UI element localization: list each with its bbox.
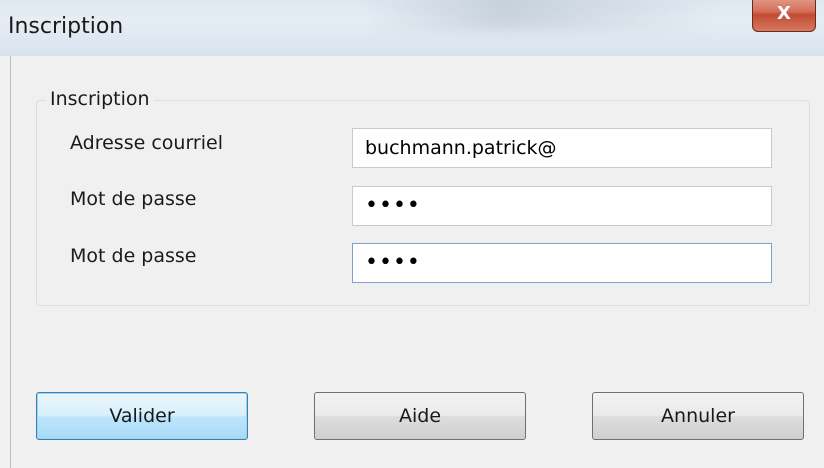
title-bar-glass — [360, 0, 720, 30]
cancel-button[interactable]: Annuler — [592, 392, 804, 440]
groupbox-title: Inscription — [46, 88, 154, 110]
close-icon: X — [777, 3, 791, 24]
email-label: Adresse courriel — [70, 132, 223, 154]
validate-button[interactable]: Valider — [36, 392, 248, 440]
title-bar: Inscription X — [0, 0, 824, 56]
window-title: Inscription — [8, 14, 124, 39]
password-field[interactable]: •••• — [352, 186, 772, 226]
confirm-password-label: Mot de passe — [70, 245, 197, 267]
email-field[interactable]: buchmann.patrick@ — [352, 128, 772, 168]
dialog-window: Inscription X Inscription Adresse courri… — [0, 0, 824, 468]
confirm-password-field[interactable]: •••• — [352, 243, 772, 283]
close-button[interactable]: X — [752, 0, 816, 32]
help-button[interactable]: Aide — [314, 392, 526, 440]
password-label: Mot de passe — [70, 188, 197, 210]
